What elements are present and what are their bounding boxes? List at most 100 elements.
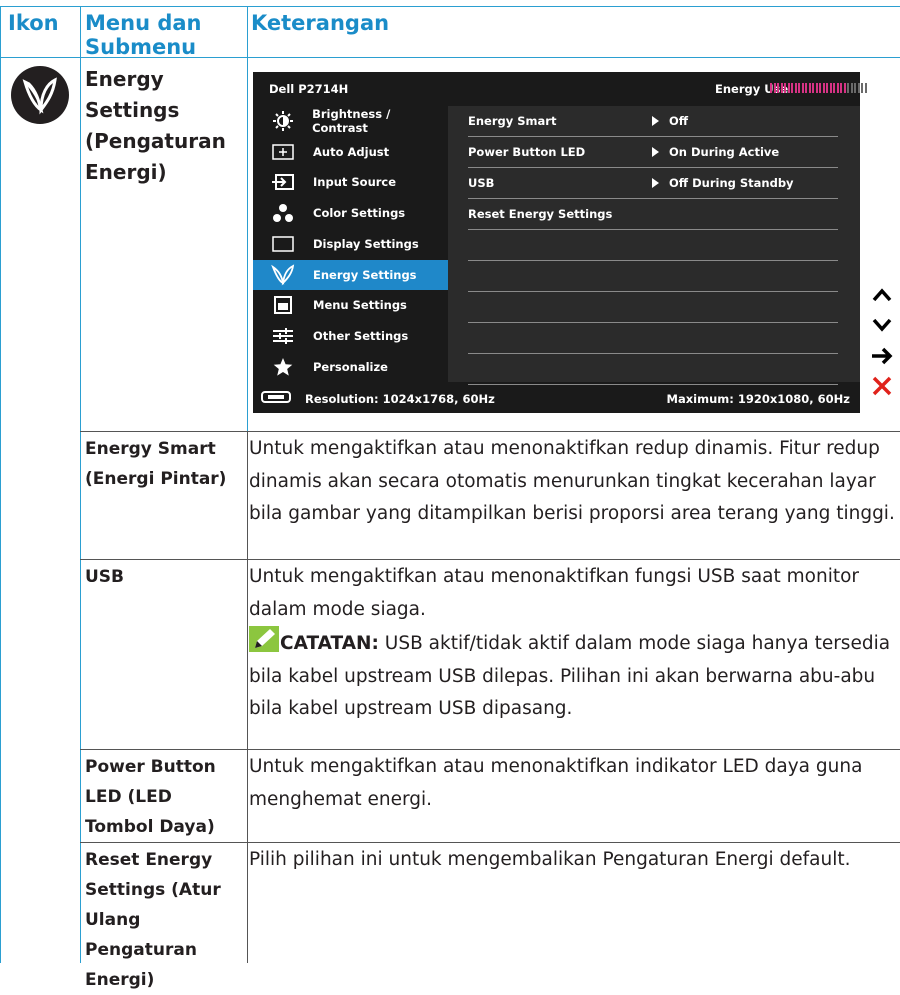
osd-menu-item-display-settings[interactable]: Display Settings: [253, 229, 448, 259]
submenu-item-usb[interactable]: USB Off During Standby: [468, 168, 838, 199]
submenu-empty-row: [468, 323, 838, 354]
osd-menu-item-color-settings[interactable]: Color Settings: [253, 198, 448, 228]
energy-meter-segment: [857, 83, 860, 93]
energy-meter-segment: [798, 83, 800, 93]
power-button-led-description: Untuk mengaktifkan atau menonaktifkan in…: [249, 756, 863, 810]
up-arrow-icon[interactable]: [864, 280, 900, 310]
energy-meter-segment: [805, 83, 807, 93]
osd-menu-item-auto-adjust[interactable]: Auto Adjust: [253, 137, 448, 167]
energy-meter-segment: [791, 83, 793, 93]
close-x-icon[interactable]: [864, 371, 900, 401]
submenu-empty-row: [468, 230, 838, 261]
usb-description: Untuk mengaktifkan atau menonaktifkan fu…: [249, 561, 897, 726]
leaf-icon: [253, 263, 313, 286]
osd-screenshot: Dell P2714H Energy Use Brightness / Cont…: [253, 72, 867, 413]
resolution-text: Resolution: 1024x1768, 60Hz: [305, 391, 495, 406]
energy-meter-segment: [861, 83, 863, 93]
hdmi-connector-icon: [261, 390, 291, 407]
usb-note: CATATAN: USB aktif/tidak aktif dalam mod…: [249, 626, 897, 726]
osd-menu-label: Input Source: [313, 175, 397, 190]
menu-col-divider: [247, 431, 248, 963]
menu-settings-icon: [253, 295, 313, 315]
energy-smart-name: Energy Smart (Energi Pintar): [85, 439, 227, 489]
right-arrow-icon[interactable]: [864, 341, 900, 371]
header-menu-column: Menu dan Submenu: [85, 11, 202, 59]
energy-meter-segment: [794, 83, 797, 93]
energy-meter-segment: [812, 83, 814, 93]
submenu-empty-row: [468, 261, 838, 292]
osd-menu-label: Menu Settings: [313, 298, 407, 313]
display-settings-icon: [253, 235, 313, 253]
star-icon: [253, 357, 313, 377]
submenu-arrow-icon: [652, 147, 659, 157]
submenu-item-power-led[interactable]: Power Button LED On During Active: [468, 137, 838, 168]
auto-adjust-icon: [253, 143, 313, 161]
energy-meter-segment: [836, 83, 839, 93]
energy-meter-segment: [801, 83, 804, 93]
submenu-item-reset[interactable]: Reset Energy Settings: [468, 199, 838, 230]
submenu-arrow-icon: [652, 178, 659, 188]
osd-menu-label: Color Settings: [313, 206, 406, 221]
energy-settings-name: Energy Settings (Pengaturan Energi): [85, 67, 226, 184]
submenu-item-energy-smart[interactable]: Energy Smart Off: [468, 106, 838, 137]
osd-menu-item-input-source[interactable]: Input Source: [253, 167, 448, 197]
osd-menu-label: Other Settings: [313, 328, 409, 343]
submenu-arrow-icon: [652, 116, 659, 126]
osd-menu-label: Brightness / Contrast: [312, 107, 391, 135]
reset-energy-settings-name: Reset Energy Settings (Atur Ulang Pengat…: [85, 850, 221, 990]
table-top-border: [0, 6, 900, 7]
energy-meter-segment: [784, 83, 786, 93]
osd-menu-item-brightness-contrast[interactable]: Brightness / Contrast: [253, 106, 448, 136]
energy-meter-segment: [815, 83, 818, 93]
header-icon-column: Ikon: [8, 11, 59, 35]
icon-col-divider: [80, 6, 81, 963]
energy-leaf-icon: [11, 66, 69, 124]
menu-col-divider-osd: [247, 57, 248, 431]
brightness-icon: [253, 110, 312, 132]
osd-menu-item-menu-settings[interactable]: Menu Settings: [253, 290, 448, 320]
energy-meter-segment: [819, 83, 821, 93]
note-label: CATATAN:: [280, 633, 379, 654]
row-divider-4: [80, 842, 900, 843]
energy-meter-segment: [787, 83, 790, 93]
osd-menu-item-personalize[interactable]: Personalize: [253, 352, 448, 382]
other-settings-icon: [253, 327, 313, 345]
energy-meter-segment: [770, 83, 772, 93]
energy-meter-segment: [847, 83, 849, 93]
color-settings-icon: [253, 203, 313, 223]
energy-smart-description: Untuk mengaktifkan atau menonaktifkan re…: [249, 438, 895, 524]
down-arrow-icon[interactable]: [864, 310, 900, 340]
power-button-led-name: Power Button LED (LED Tombol Daya): [85, 757, 216, 837]
energy-meter-segment: [833, 83, 835, 93]
osd-model: Dell P2714H: [269, 82, 349, 96]
menu-col-divider-header: [247, 6, 248, 58]
osd-menu-label: Display Settings: [313, 236, 419, 251]
energy-meter-segment: [840, 83, 842, 93]
energy-meter-segment: [826, 83, 828, 93]
reset-energy-settings-description: Pilih pilihan ini untuk mengembalikan Pe…: [249, 849, 851, 870]
input-source-icon: [253, 173, 313, 191]
energy-use-meter: [770, 83, 867, 93]
usb-description-text: Untuk mengaktifkan atau menonaktifkan fu…: [249, 566, 860, 620]
usb-name: USB: [85, 567, 125, 587]
energy-meter-segment: [777, 83, 779, 93]
osd-menu-item-other-settings[interactable]: Other Settings: [253, 321, 448, 351]
energy-meter-segment: [822, 83, 825, 93]
energy-meter-segment: [808, 83, 811, 93]
header-description-column: Keterangan: [251, 11, 390, 35]
energy-meter-segment: [780, 83, 783, 93]
row-divider-3: [80, 749, 900, 750]
osd-menu-item-energy-settings[interactable]: Energy Settings: [253, 259, 448, 290]
osd-footer: Resolution: 1024x1768, 60Hz Maximum: 192…: [253, 384, 860, 413]
osd-menu-label: Auto Adjust: [313, 144, 390, 159]
osd-menu-label: Personalize: [313, 359, 388, 374]
osd-submenu: Energy Smart Off Power Button LED On Dur…: [448, 106, 860, 385]
submenu-empty-row: [468, 292, 838, 323]
energy-meter-segment: [829, 83, 832, 93]
energy-meter-segment: [843, 83, 846, 93]
energy-meter-segment: [850, 83, 853, 93]
energy-meter-segment: [773, 83, 776, 93]
row-divider-2: [80, 559, 900, 560]
note-pencil-icon: [249, 626, 279, 652]
energy-meter-segment: [854, 83, 856, 93]
